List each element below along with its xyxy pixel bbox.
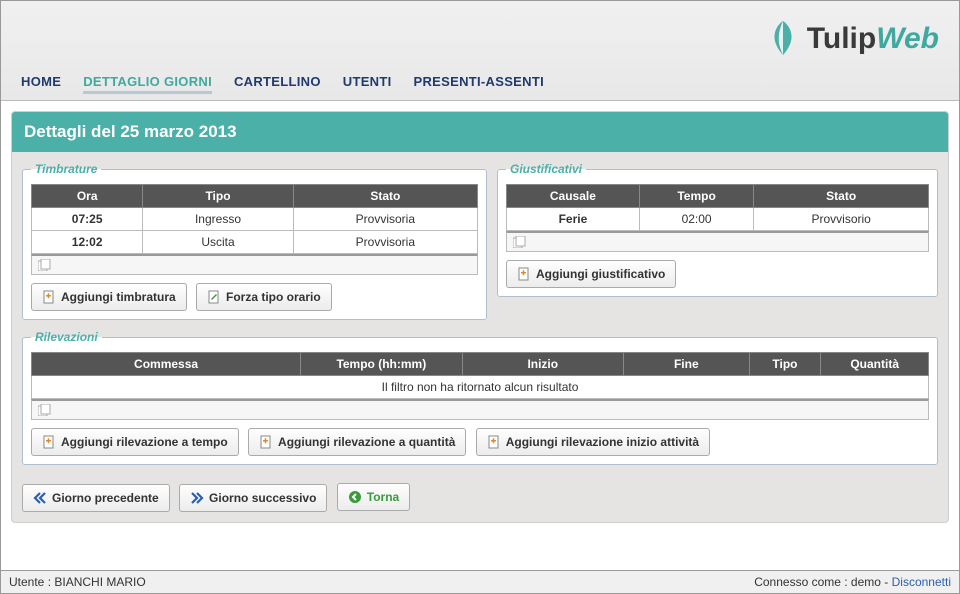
giustificativi-panel: Giustificativi Causale Tempo Stato	[497, 162, 938, 297]
main-nav: HOME DETTAGLIO GIORNI CARTELLINO UTENTI …	[21, 74, 544, 94]
logo-text: TulipWeb	[807, 22, 939, 56]
disconnect-link[interactable]: Disconnetti	[892, 575, 951, 589]
page-title: Dettagli del 25 marzo 2013	[12, 112, 948, 152]
rilevazioni-legend: Rilevazioni	[31, 330, 102, 344]
empty-row: Il filtro non ha ritornato alcun risulta…	[32, 376, 929, 399]
forza-tipo-orario-button[interactable]: Forza tipo orario	[196, 283, 332, 311]
col-tempo: Tempo	[639, 185, 754, 208]
grid-footer	[31, 399, 929, 420]
logo: TulipWeb	[763, 19, 939, 59]
header: TulipWeb HOME DETTAGLIO GIORNI CARTELLIN…	[1, 1, 959, 101]
timbrature-legend: Timbrature	[31, 162, 101, 176]
add-rilevazione-quantita-button[interactable]: Aggiungi rilevazione a quantità	[248, 428, 466, 456]
chevron-left-icon	[33, 492, 47, 504]
add-timbratura-button[interactable]: Aggiungi timbratura	[31, 283, 187, 311]
col-tipo: Tipo	[749, 353, 821, 376]
grid-footer	[506, 231, 929, 252]
add-rilevazione-tempo-button[interactable]: Aggiungi rilevazione a tempo	[31, 428, 239, 456]
col-fine: Fine	[624, 353, 750, 376]
page-container: Dettagli del 25 marzo 2013 Timbrature Or…	[11, 111, 949, 523]
prev-day-button[interactable]: Giorno precedente	[22, 484, 170, 512]
col-tipo: Tipo	[143, 185, 293, 208]
add-doc-icon	[487, 435, 501, 449]
table-row[interactable]: Ferie 02:00 Provvisorio	[507, 208, 929, 231]
edit-icon	[207, 290, 221, 304]
add-giustificativo-button[interactable]: Aggiungi giustificativo	[506, 260, 676, 288]
content: Dettagli del 25 marzo 2013 Timbrature Or…	[1, 101, 959, 570]
pages-icon	[513, 236, 922, 248]
chevron-right-icon	[190, 492, 204, 504]
giustificativi-table: Causale Tempo Stato Ferie 02:00	[506, 184, 929, 231]
back-arrow-icon	[348, 490, 362, 504]
col-tempo: Tempo (hh:mm)	[301, 353, 462, 376]
footer-user: Utente : BIANCHI MARIO	[9, 575, 146, 589]
col-stato: Stato	[293, 185, 477, 208]
col-ora: Ora	[32, 185, 143, 208]
add-doc-icon	[517, 267, 531, 281]
next-day-button[interactable]: Giorno successivo	[179, 484, 327, 512]
nav-presenti-assenti[interactable]: PRESENTI-ASSENTI	[414, 74, 544, 94]
nav-cartellino[interactable]: CARTELLINO	[234, 74, 321, 94]
table-row[interactable]: 12:02 Uscita Provvisoria	[32, 231, 478, 254]
timbrature-table: Ora Tipo Stato 07:25 Ingresso	[31, 184, 478, 254]
table-row[interactable]: 07:25 Ingresso Provvisoria	[32, 208, 478, 231]
col-quantita: Quantità	[821, 353, 929, 376]
col-causale: Causale	[507, 185, 640, 208]
nav-utenti[interactable]: UTENTI	[343, 74, 392, 94]
col-inizio: Inizio	[462, 353, 623, 376]
pages-icon	[38, 404, 922, 416]
timbrature-panel: Timbrature Ora Tipo Stato	[22, 162, 487, 320]
grid-footer	[31, 254, 478, 275]
pages-icon	[38, 259, 471, 271]
nav-dettaglio-giorni[interactable]: DETTAGLIO GIORNI	[83, 74, 212, 94]
back-button[interactable]: Torna	[337, 483, 410, 511]
add-doc-icon	[259, 435, 273, 449]
col-commessa: Commessa	[32, 353, 301, 376]
footer: Utente : BIANCHI MARIO Connesso come : d…	[1, 570, 959, 593]
add-rilevazione-inizio-button[interactable]: Aggiungi rilevazione inizio attività	[476, 428, 710, 456]
add-doc-icon	[42, 435, 56, 449]
rilevazioni-panel: Rilevazioni Commessa Tempo (hh:mm) Inizi…	[22, 330, 938, 465]
tulip-logo-icon	[763, 19, 803, 59]
nav-home[interactable]: HOME	[21, 74, 61, 94]
footer-connection: Connesso come : demo - Disconnetti	[754, 575, 951, 589]
giustificativi-legend: Giustificativi	[506, 162, 586, 176]
add-doc-icon	[42, 290, 56, 304]
col-stato: Stato	[754, 185, 929, 208]
day-nav: Giorno precedente Giorno successivo Torn…	[22, 475, 938, 512]
rilevazioni-table: Commessa Tempo (hh:mm) Inizio Fine Tipo …	[31, 352, 929, 399]
